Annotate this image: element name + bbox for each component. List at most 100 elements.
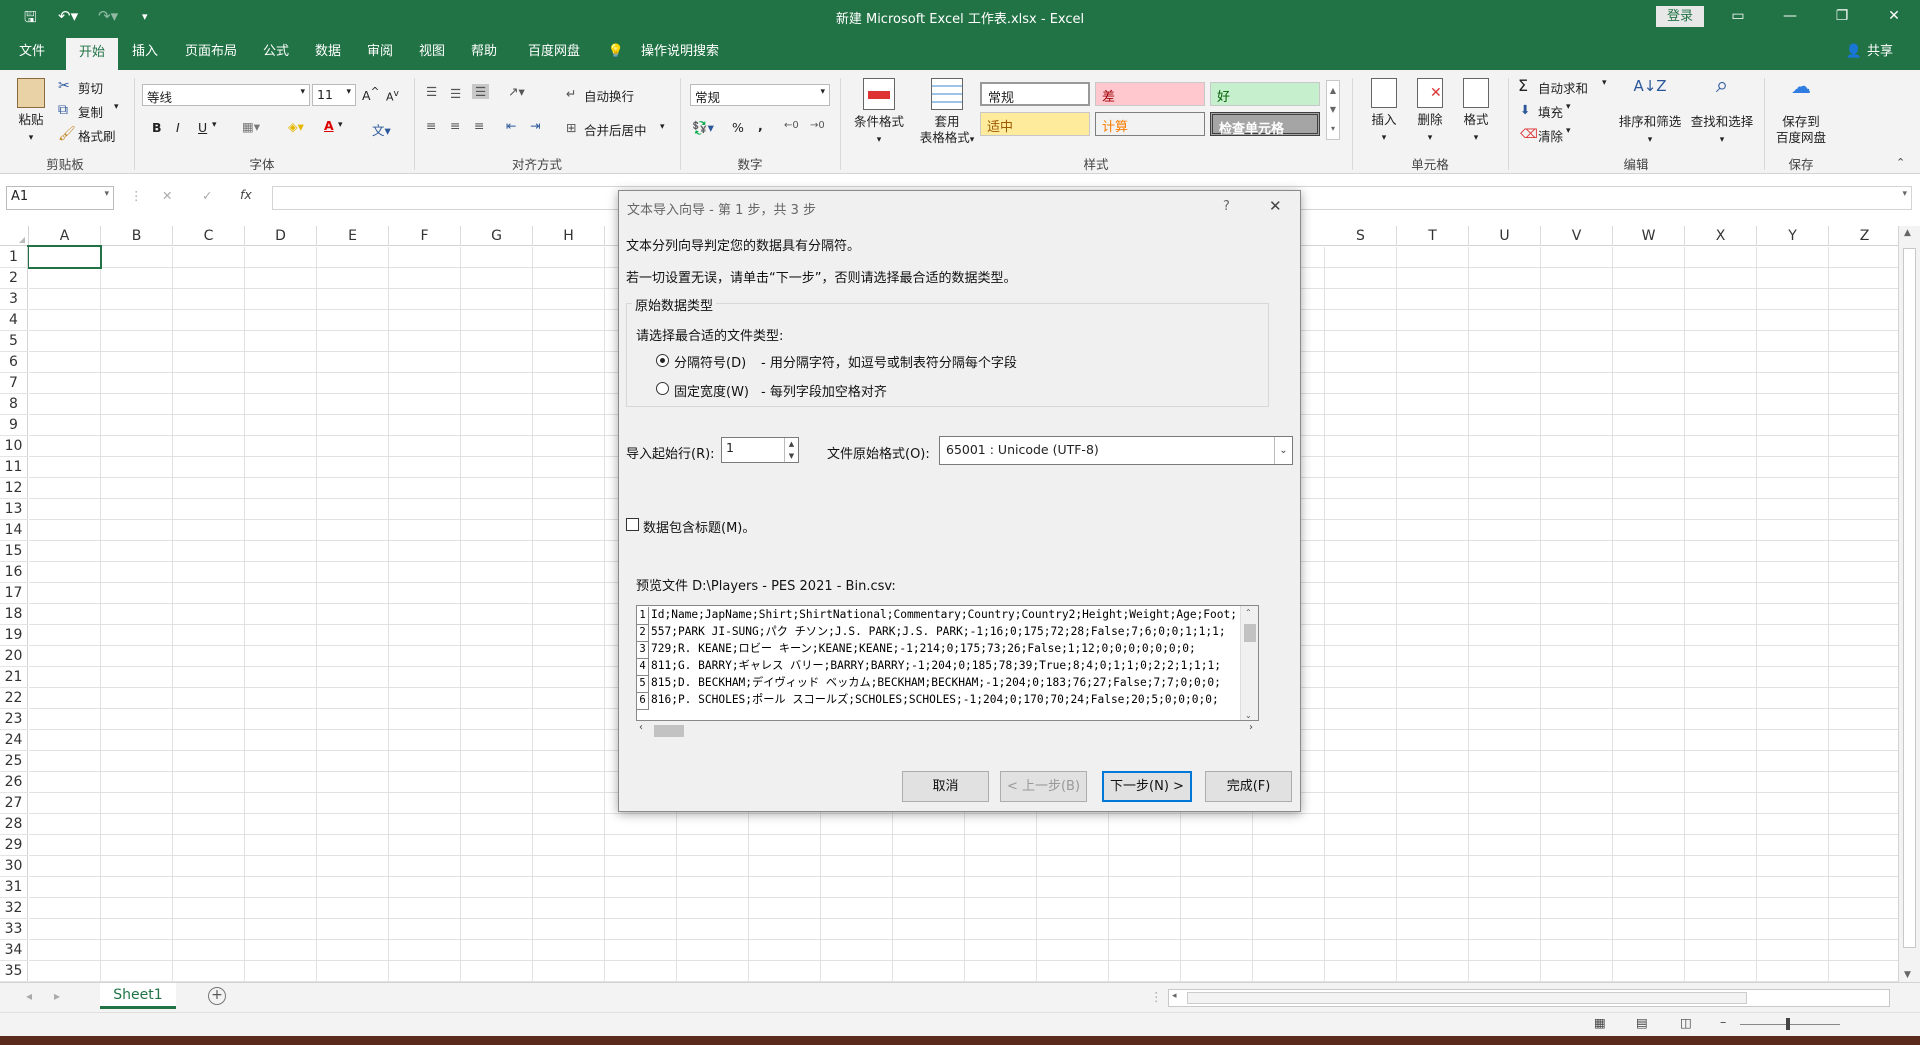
prev-sheet-icon[interactable]: ◂	[26, 989, 32, 1003]
close-button[interactable]: ✕	[1874, 4, 1914, 28]
font-color-icon[interactable]: A	[324, 118, 334, 133]
row-header[interactable]: 9	[0, 415, 28, 436]
row-header[interactable]: 18	[0, 604, 28, 625]
active-cell[interactable]	[27, 245, 102, 269]
next-button[interactable]: 下一步(N) >	[1102, 771, 1192, 802]
orientation-icon[interactable]: ↗▾	[508, 84, 525, 99]
col-header[interactable]: E	[317, 226, 389, 246]
style-good[interactable]: 好	[1210, 82, 1320, 106]
row-header[interactable]: 13	[0, 499, 28, 520]
delimited-radio[interactable]	[656, 354, 669, 367]
row-header[interactable]: 7	[0, 373, 28, 394]
row-header[interactable]: 27	[0, 793, 28, 814]
col-header[interactable]: F	[389, 226, 461, 246]
page-break-view-icon[interactable]: ◫	[1680, 1015, 1692, 1030]
shrink-font-icon[interactable]: Av	[386, 88, 399, 104]
row-header[interactable]: 33	[0, 919, 28, 940]
delimited-label[interactable]: 分隔符号(D)	[674, 352, 746, 371]
clear-button[interactable]: 清除	[1538, 126, 1563, 145]
row-header[interactable]: 19	[0, 625, 28, 646]
preview-vscroll[interactable]: ⌃ ⌄	[1240, 606, 1258, 720]
format-painter-button[interactable]: 格式刷	[78, 126, 116, 145]
fill-color-icon[interactable]: ◈▾	[288, 119, 304, 134]
increase-indent-icon[interactable]: ⇥	[530, 118, 540, 133]
row-header[interactable]: 20	[0, 646, 28, 667]
fill-button[interactable]: 填充	[1538, 102, 1563, 121]
style-calculation[interactable]: 计算	[1095, 112, 1205, 136]
row-header[interactable]: 35	[0, 961, 28, 982]
style-normal[interactable]: 常规	[980, 82, 1090, 106]
row-header[interactable]: 10	[0, 436, 28, 457]
row-header[interactable]: 15	[0, 541, 28, 562]
vertical-scrollbar[interactable]: ▲ ▼	[1898, 226, 1920, 982]
tab-home[interactable]: 开始	[66, 38, 118, 70]
enter-icon[interactable]: ✓	[202, 188, 212, 203]
row-header[interactable]: 5	[0, 331, 28, 352]
undo-icon[interactable]: ↶▾	[58, 7, 78, 25]
format-as-table-button[interactable]: 套用 表格格式▾	[914, 78, 980, 148]
col-header[interactable]: V	[1541, 226, 1613, 246]
insert-function-icon[interactable]: fx	[240, 187, 252, 202]
save-icon[interactable]: 🖫	[24, 7, 37, 32]
login-button[interactable]: 登录	[1656, 6, 1704, 27]
row-header[interactable]: 34	[0, 940, 28, 961]
comma-button[interactable]: ,	[758, 118, 763, 133]
col-header[interactable]: T	[1397, 226, 1469, 246]
phonetic-icon[interactable]: 文▾	[372, 120, 391, 139]
row-header[interactable]: 14	[0, 520, 28, 541]
sort-filter-button[interactable]: A↓Z 排序和筛选 ▾	[1614, 78, 1686, 148]
align-middle-icon[interactable]: ☰	[450, 86, 461, 101]
col-header[interactable]: S	[1325, 226, 1397, 246]
row-header[interactable]: 21	[0, 667, 28, 688]
tab-formulas[interactable]: 公式	[256, 34, 296, 70]
col-header[interactable]: Z	[1829, 226, 1901, 246]
decrease-decimal-icon[interactable]: →0	[810, 120, 825, 131]
decrease-indent-icon[interactable]: ⇤	[506, 118, 516, 133]
ribbon-display-icon[interactable]: ▭	[1718, 4, 1758, 28]
row-header[interactable]: 31	[0, 877, 28, 898]
tab-insert[interactable]: 插入	[124, 34, 166, 70]
row-header[interactable]: 26	[0, 772, 28, 793]
paste-button[interactable]: 粘贴 ▾	[10, 78, 52, 146]
row-header[interactable]: 24	[0, 730, 28, 751]
number-format-select[interactable]: 常规 ▾	[690, 84, 830, 106]
row-header[interactable]: 23	[0, 709, 28, 730]
styles-gallery-scroll[interactable]: ▲ ▼ ▾	[1326, 80, 1340, 140]
copy-button[interactable]: 复制	[78, 102, 103, 121]
dialog-close-icon[interactable]: ✕	[1269, 197, 1282, 215]
headers-checkbox-label[interactable]: 数据包含标题(M)。	[643, 517, 755, 536]
customize-qa-icon[interactable]: ▾	[142, 10, 148, 23]
add-sheet-button[interactable]: +	[208, 987, 226, 1005]
style-check-cell[interactable]: 检查单元格	[1210, 112, 1320, 137]
cancel-entry-icon[interactable]: ✕	[162, 188, 172, 203]
row-header[interactable]: 22	[0, 688, 28, 709]
wrap-text-button[interactable]: 自动换行	[584, 86, 634, 105]
zoom-out-icon[interactable]: –	[1720, 1014, 1726, 1029]
collapse-ribbon-icon[interactable]: ⌃	[1896, 156, 1905, 169]
col-header[interactable]: G	[461, 226, 533, 246]
insert-cells-button[interactable]: 插入 ▾	[1362, 78, 1406, 146]
row-header[interactable]: 6	[0, 352, 28, 373]
bold-button[interactable]: B	[152, 120, 162, 135]
align-center-icon[interactable]: ≡	[450, 118, 460, 133]
tab-page-layout[interactable]: 页面布局	[176, 34, 246, 70]
back-button[interactable]: < 上一步(B)	[1000, 771, 1087, 802]
style-neutral[interactable]: 适中	[980, 112, 1090, 136]
file-origin-select[interactable]: 65001 : Unicode (UTF-8) ⌄	[939, 436, 1293, 465]
row-header[interactable]: 30	[0, 856, 28, 877]
preview-hscroll[interactable]: ‹ ›	[636, 721, 1259, 739]
col-header[interactable]: H	[533, 226, 605, 246]
page-layout-view-icon[interactable]: ▤	[1636, 1015, 1648, 1030]
headers-checkbox[interactable]	[626, 518, 639, 531]
fixed-width-radio[interactable]	[656, 382, 669, 395]
row-header[interactable]: 4	[0, 310, 28, 331]
fixed-width-label[interactable]: 固定宽度(W)	[674, 381, 749, 400]
align-right-icon[interactable]: ≡	[474, 118, 484, 133]
autosum-button[interactable]: 自动求和	[1538, 78, 1588, 97]
align-bottom-icon[interactable]: ☰	[472, 84, 490, 99]
grow-font-icon[interactable]: A^	[362, 86, 379, 103]
tab-baidu-netdisk[interactable]: 百度网盘	[518, 34, 590, 70]
tab-file[interactable]: 文件	[8, 34, 56, 70]
next-sheet-icon[interactable]: ▸	[54, 989, 60, 1003]
name-box[interactable]: A1 ▾	[6, 186, 114, 210]
